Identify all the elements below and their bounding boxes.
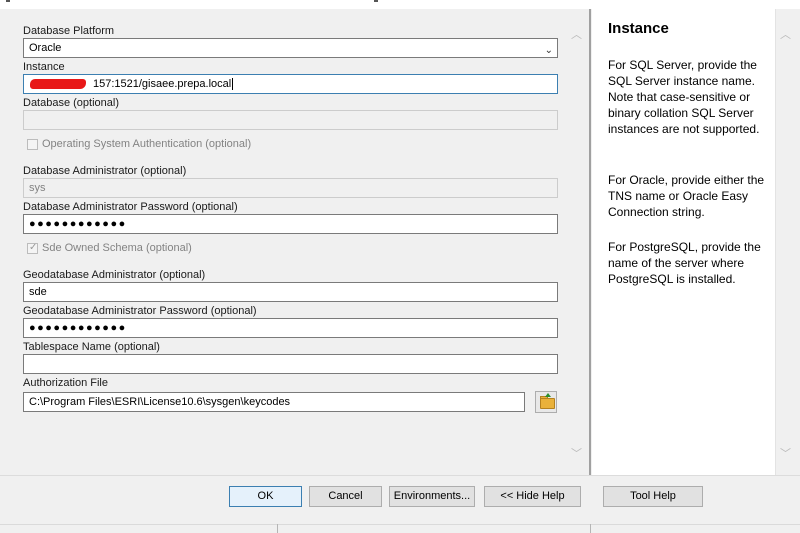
chevron-up-icon[interactable]: ︿ — [571, 26, 582, 42]
hide-help-button[interactable]: << Hide Help — [484, 486, 581, 507]
gdb-password-value: ●●●●●●●●●●●● — [29, 322, 127, 334]
environments-button[interactable]: Environments... — [389, 486, 475, 507]
sde-owned-label: Sde Owned Schema (optional) — [42, 242, 192, 254]
dba-label: Database Administrator (optional) — [23, 165, 187, 177]
os-auth-checkbox[interactable] — [27, 139, 38, 150]
help-paragraph: For SQL Server, provide the SQL Server i… — [608, 58, 760, 136]
separator — [277, 524, 278, 533]
gdb-password-input[interactable]: ●●●●●●●●●●●● — [23, 318, 558, 338]
browse-button[interactable] — [535, 391, 557, 413]
title-mark — [374, 0, 378, 2]
database-input[interactable] — [23, 110, 558, 130]
tool-help-button[interactable]: Tool Help — [603, 486, 703, 507]
folder-open-icon — [540, 398, 555, 409]
checkmark-icon: ✓ — [29, 242, 38, 253]
title-mark — [6, 0, 10, 2]
auth-file-input[interactable]: C:\Program Files\ESRI\License10.6\sysgen… — [23, 392, 525, 412]
gdb-admin-label: Geodatabase Administrator (optional) — [23, 269, 206, 281]
cancel-button[interactable]: Cancel — [309, 486, 382, 507]
auth-file-value: C:\Program Files\ESRI\License10.6\sysgen… — [29, 396, 291, 408]
text-caret — [232, 78, 234, 91]
redaction-mark — [30, 79, 86, 89]
tablespace-label: Tablespace Name (optional) — [23, 341, 160, 353]
separator — [590, 524, 591, 533]
gdb-admin-input[interactable]: sde — [23, 282, 558, 302]
gdb-admin-value: sde — [29, 286, 47, 298]
help-splitter[interactable] — [589, 9, 591, 475]
help-title: Instance — [608, 20, 669, 37]
platform-select[interactable]: Oracle ⌄ — [23, 38, 558, 58]
platform-value: Oracle — [29, 42, 62, 54]
chevron-up-icon[interactable]: ︿ — [780, 26, 791, 42]
database-label: Database (optional) — [23, 97, 120, 109]
instance-label: Instance — [23, 61, 65, 73]
dba-input[interactable]: sys — [23, 178, 558, 198]
chevron-down-icon[interactable]: ﹀ — [780, 445, 791, 461]
chevron-down-icon: ⌄ — [544, 45, 553, 56]
help-paragraph: For PostgreSQL, provide the name of the … — [608, 240, 761, 286]
gdb-password-label: Geodatabase Administrator Password (opti… — [23, 305, 257, 317]
chevron-down-icon[interactable]: ﹀ — [571, 445, 582, 461]
separator — [0, 524, 800, 525]
dba-password-value: ●●●●●●●●●●●● — [29, 218, 127, 230]
instance-input[interactable]: 157:1521/gisaee.prepa.local — [23, 74, 558, 94]
ok-button[interactable]: OK — [229, 486, 302, 507]
folder-open-icon — [545, 393, 551, 397]
title-bar-remnant — [0, 0, 800, 9]
dba-value: sys — [29, 182, 46, 194]
sde-owned-checkbox[interactable]: ✓ — [27, 242, 38, 254]
auth-file-label: Authorization File — [23, 377, 108, 389]
os-auth-label: Operating System Authentication (optiona… — [42, 138, 252, 150]
tablespace-input[interactable] — [23, 354, 558, 374]
dba-password-label: Database Administrator Password (optiona… — [23, 201, 238, 213]
help-scrollbar[interactable]: ︿ ﹀ — [775, 9, 800, 475]
platform-label: Database Platform — [23, 25, 115, 37]
instance-value: 157:1521/gisaee.prepa.local — [93, 78, 232, 90]
parameters-scrollbar[interactable]: ︿ ﹀ — [567, 9, 587, 475]
dba-password-input[interactable]: ●●●●●●●●●●●● — [23, 214, 558, 234]
help-paragraph: For Oracle, provide either the TNS name … — [608, 173, 765, 219]
separator — [0, 475, 800, 476]
